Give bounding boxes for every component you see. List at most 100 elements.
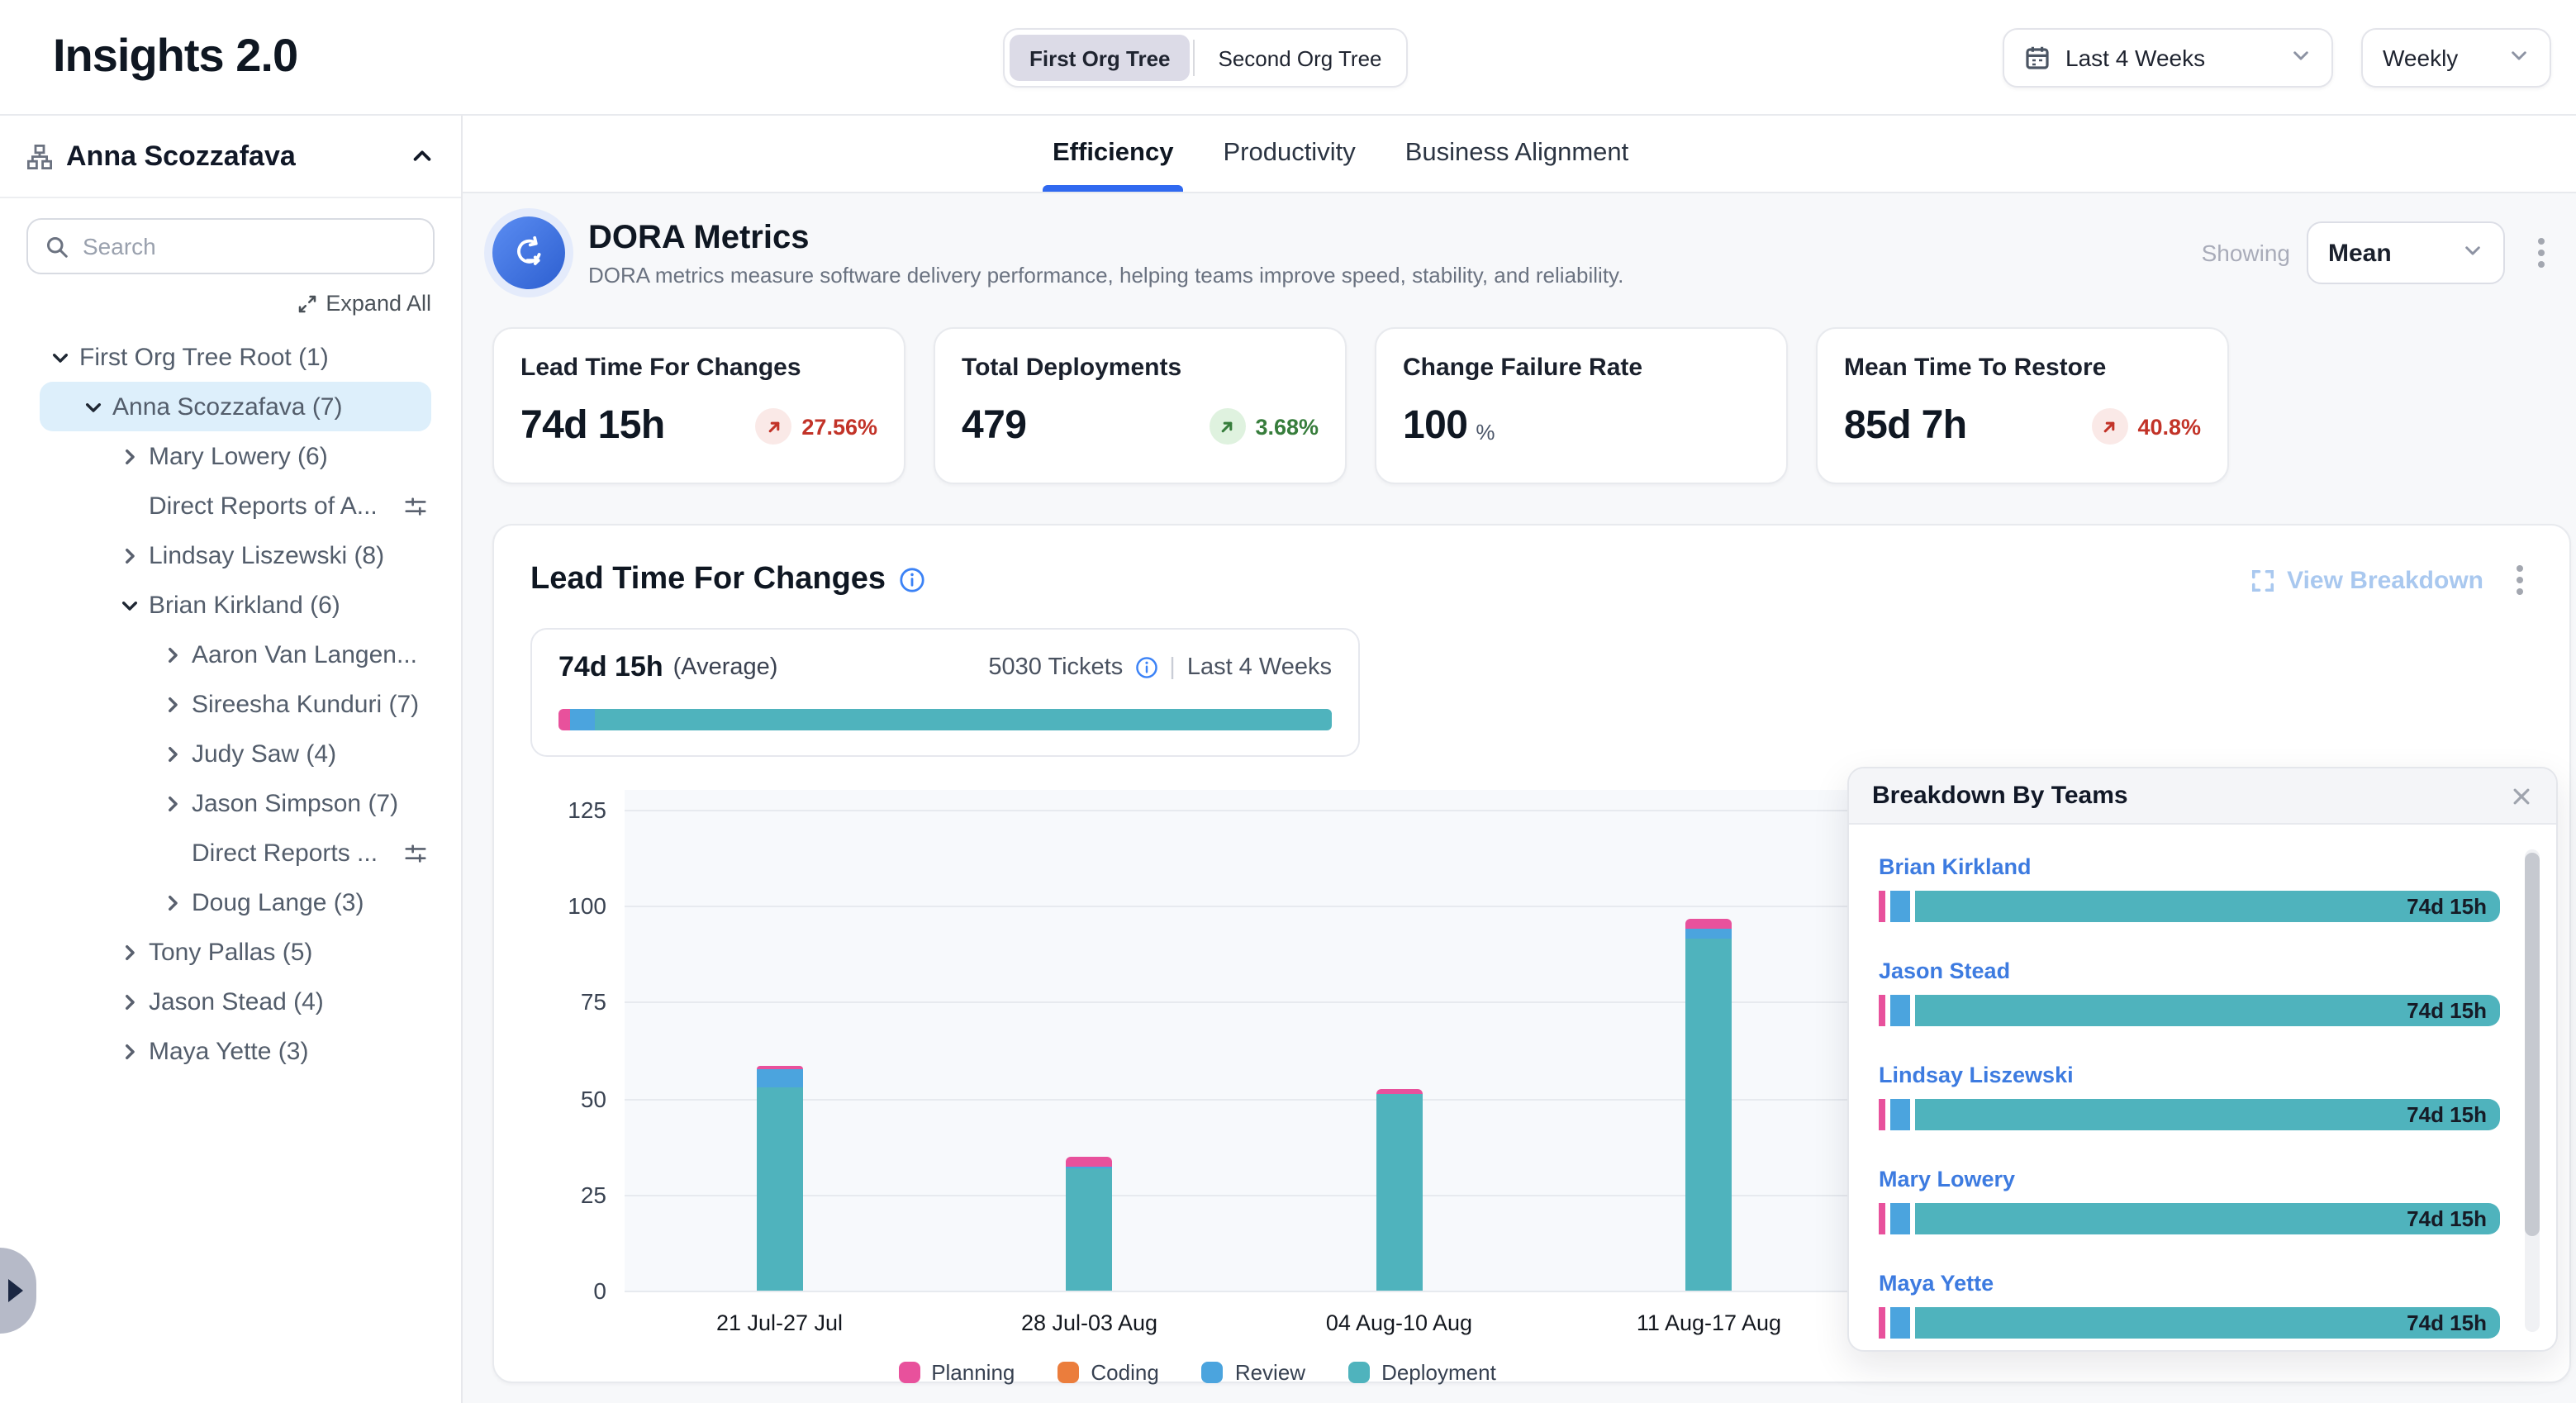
bar-segment-deployment <box>1067 1168 1113 1291</box>
tickets-info-icon[interactable] <box>1134 656 1157 679</box>
tab-productivity[interactable]: Productivity <box>1219 116 1358 192</box>
bar-04-aug-10-aug[interactable] <box>1376 1090 1423 1291</box>
y-axis-tick-label: 125 <box>530 797 606 823</box>
tree-item-label: Aaron Van Langen... <box>192 640 417 668</box>
bar-11-aug-17-aug[interactable] <box>1686 920 1732 1291</box>
chevron-down-icon[interactable] <box>46 344 73 370</box>
metric-delta-value: 40.8% <box>2137 414 2201 439</box>
bar-segment-planning <box>1067 1157 1113 1167</box>
team-name-link[interactable]: Jason Stead <box>1879 958 2010 983</box>
tab-efficiency[interactable]: Efficiency <box>1049 116 1176 192</box>
breakdown-row-brian-kirkland[interactable]: Brian Kirkland74d 15h <box>1879 853 2500 922</box>
sidebar-collapse-handle[interactable] <box>0 1248 36 1334</box>
dora-metrics-header: DORA Metrics DORA metrics measure softwa… <box>492 216 2571 289</box>
info-icon[interactable] <box>899 567 925 593</box>
tree-item-label: Brian Kirkland (6) <box>149 591 340 619</box>
sidebar-item-judy-saw[interactable]: Judy Saw (4) <box>40 729 431 778</box>
chevron-right-icon[interactable] <box>116 1038 142 1064</box>
tree-item-label: First Org Tree Root (1) <box>79 343 329 371</box>
second-org-tree-button[interactable]: Second Org Tree <box>1199 35 1402 81</box>
tab-business-alignment[interactable]: Business Alignment <box>1402 116 1633 192</box>
team-name-link[interactable]: Brian Kirkland <box>1879 854 2032 879</box>
scrollbar-thumb[interactable] <box>2525 853 2540 1236</box>
breakdown-row-jason-stead[interactable]: Jason Stead 74d 15h <box>1879 957 2500 1026</box>
tickets-count: 5030 Tickets <box>988 654 1123 681</box>
chevron-right-icon[interactable] <box>159 889 185 916</box>
sidebar-item-direct-reports-of-a[interactable]: Direct Reports of A... <box>40 481 431 530</box>
sidebar-item-brian-kirkland[interactable]: Brian Kirkland (6) <box>40 580 431 630</box>
team-value-label: 74d 15h <box>2407 1206 2487 1231</box>
bar-21-jul-27-jul[interactable] <box>757 1067 803 1291</box>
date-range-select[interactable]: Last 4 Weeks <box>2003 28 2333 88</box>
team-name-link[interactable]: Maya Yette <box>1879 1271 1994 1296</box>
tree-item-label: Lindsay Liszewski (8) <box>149 541 384 569</box>
showing-select[interactable]: Mean <box>2307 221 2505 284</box>
breakdown-row-maya-yette[interactable]: Maya Yette74d 15h <box>1879 1269 2500 1339</box>
metric-card-value: 85d 7h <box>1844 403 1966 449</box>
legend-label: Deployment <box>1381 1360 1496 1385</box>
chevron-right-icon[interactable] <box>159 691 185 717</box>
chevron-spacer <box>116 492 142 519</box>
chevron-right-icon[interactable] <box>116 443 142 469</box>
triangle-right-icon <box>8 1279 23 1302</box>
sidebar-item-jason-stead[interactable]: Jason Stead (4) <box>40 977 431 1026</box>
sidebar-item-anna-scozzafava[interactable]: Anna Scozzafava (7) <box>40 382 431 431</box>
bar-segment-deployment <box>757 1087 803 1291</box>
sidebar-item-tony-pallas[interactable]: Tony Pallas (5) <box>40 927 431 977</box>
tree-item-label: Jason Stead (4) <box>149 987 324 1015</box>
chevron-right-icon[interactable] <box>116 542 142 568</box>
filter-sliders-icon[interactable] <box>403 840 431 865</box>
sidebar-item-aaron-van-langen[interactable]: Aaron Van Langen... <box>40 630 431 679</box>
team-name-link[interactable]: Lindsay Liszewski <box>1879 1063 2074 1087</box>
gridline <box>625 1098 1864 1100</box>
chevron-down-icon[interactable] <box>79 393 106 420</box>
expand-all-button[interactable]: Expand All <box>297 291 431 316</box>
sidebar-item-lindsay-liszewski[interactable]: Lindsay Liszewski (8) <box>40 530 431 580</box>
sidebar-item-sireesha-kunduri[interactable]: Sireesha Kunduri (7) <box>40 679 431 729</box>
search-input[interactable] <box>83 233 416 259</box>
lead-time-section: Lead Time For Changes View Breakdown <box>492 524 2571 1383</box>
chevron-right-icon[interactable] <box>116 988 142 1015</box>
sidebar-item-jason-simpson[interactable]: Jason Simpson (7) <box>40 778 431 828</box>
lead-time-kebab-menu[interactable] <box>2507 555 2533 605</box>
metric-card-lead-time-for-changes: Lead Time For Changes74d 15h27.56% <box>492 327 905 484</box>
tree-item-label: Doug Lange (3) <box>192 888 364 916</box>
metric-card-total-deployments: Total Deployments4793.68% <box>934 327 1347 484</box>
legend-item-planning[interactable]: Planning <box>898 1360 1015 1385</box>
breakdown-row-lindsay-liszewski[interactable]: Lindsay Liszewski74d 15h <box>1879 1061 2500 1130</box>
sidebar-item-mary-lowery[interactable]: Mary Lowery (6) <box>40 431 431 481</box>
bar-segment-planning <box>1879 1307 1885 1339</box>
showing-label: Showing <box>2202 240 2290 266</box>
average-bar-segment-planning <box>558 709 569 730</box>
chevron-down-icon[interactable] <box>116 592 142 618</box>
dora-kebab-menu[interactable] <box>2528 228 2555 278</box>
breakdown-row-mary-lowery[interactable]: Mary Lowery 74d 15h <box>1879 1165 2500 1234</box>
team-phase-bar: 74d 15h <box>1879 995 2500 1026</box>
view-breakdown-button[interactable]: View Breakdown <box>2250 566 2483 594</box>
chart-legend: Planning Coding Review Deployment <box>530 1360 1864 1385</box>
sidebar-item-first-org-tree-root[interactable]: First Org Tree Root (1) <box>40 332 431 382</box>
chevron-right-icon[interactable] <box>159 740 185 767</box>
chevron-right-icon[interactable] <box>159 790 185 816</box>
legend-item-deployment[interactable]: Deployment <box>1348 1360 1496 1385</box>
average-bar-segment-review <box>569 709 594 730</box>
sidebar-item-direct-reports[interactable]: Direct Reports ... <box>40 828 431 877</box>
legend-item-review[interactable]: Review <box>1202 1360 1305 1385</box>
bar-28-jul-03-aug[interactable] <box>1067 1157 1113 1291</box>
dora-cycle-icon <box>492 216 565 289</box>
granularity-select[interactable]: Weekly <box>2361 28 2551 88</box>
first-org-tree-button[interactable]: First Org Tree <box>1010 35 1191 81</box>
legend-item-coding[interactable]: Coding <box>1057 1360 1158 1385</box>
sidebar-collapse-chevron[interactable] <box>410 144 435 169</box>
filter-sliders-icon[interactable] <box>403 493 431 518</box>
gridline <box>625 1195 1864 1196</box>
search-input-box[interactable] <box>26 218 435 274</box>
chevron-right-icon[interactable] <box>159 641 185 668</box>
bar-segment-planning <box>1879 995 1885 1026</box>
chevron-right-icon[interactable] <box>116 939 142 965</box>
sidebar-item-maya-yette[interactable]: Maya Yette (3) <box>40 1026 431 1076</box>
sidebar-item-doug-lange[interactable]: Doug Lange (3) <box>40 877 431 927</box>
tab-bar: Efficiency Productivity Business Alignment <box>463 116 2576 193</box>
close-icon[interactable] <box>2510 784 2533 807</box>
team-name-link[interactable]: Mary Lowery <box>1879 1167 2015 1191</box>
